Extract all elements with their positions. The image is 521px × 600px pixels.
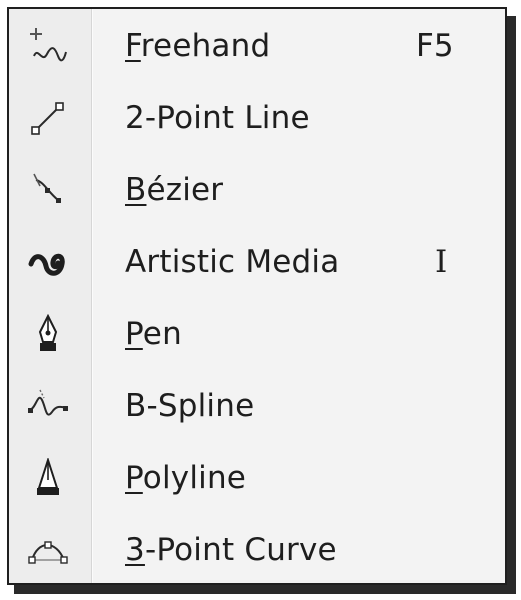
menu-item-bezier[interactable]: Bézier <box>9 155 505 225</box>
three-point-curve-icon <box>19 528 77 572</box>
menu-item-label: 3-Point Curve <box>125 532 337 568</box>
b-spline-icon <box>19 384 77 428</box>
menu-item-label: B-Spline <box>125 388 255 424</box>
menu-item-2-point-line[interactable]: 2-Point Line <box>9 83 505 153</box>
polyline-icon <box>19 456 77 500</box>
two-point-line-icon <box>19 96 77 140</box>
menu-item-b-spline[interactable]: B-Spline <box>9 371 505 441</box>
menu-item-label: Polyline <box>125 460 247 496</box>
menu-item-label: Bézier <box>125 172 224 208</box>
menu-item-label: Artistic Media <box>125 244 340 280</box>
menu-item-label: Freehand <box>125 28 271 64</box>
artistic-media-icon <box>19 240 77 284</box>
menu-item-pen[interactable]: Pen <box>9 299 505 369</box>
menu-item-freehand[interactable]: Freehand F5 <box>9 11 505 81</box>
curve-tools-flyout-menu: Freehand F5 2-Point Line Bézier Artistic… <box>7 7 507 585</box>
shortcut-label: F5 <box>416 28 454 64</box>
menu-item-label: Pen <box>125 316 182 352</box>
menu-item-3-point-curve[interactable]: 3-Point Curve <box>9 515 505 585</box>
shortcut-label: I <box>435 244 448 280</box>
menu-item-polyline[interactable]: Polyline <box>9 443 505 513</box>
menu-item-label: 2-Point Line <box>125 100 310 136</box>
pen-icon <box>19 312 77 356</box>
bezier-icon <box>19 168 77 212</box>
freehand-icon <box>19 24 77 68</box>
menu-item-artistic-media[interactable]: Artistic Media I <box>9 227 505 297</box>
